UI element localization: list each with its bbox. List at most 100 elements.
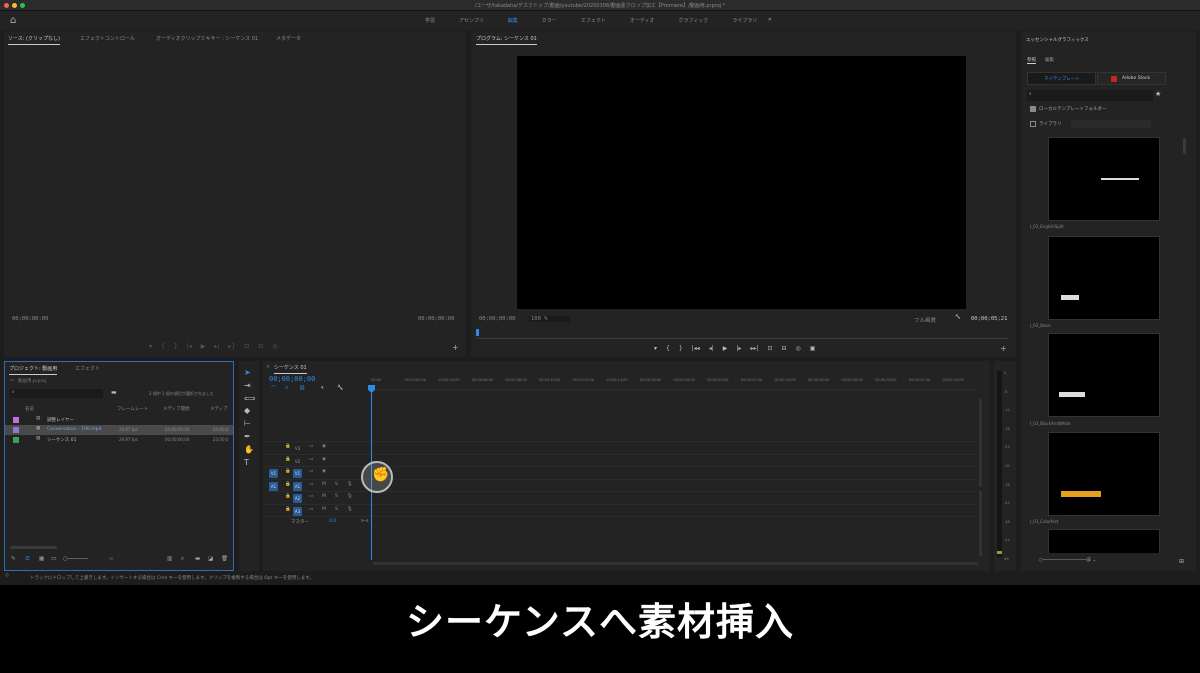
export-frame-icon[interactable]: ◎ xyxy=(272,343,277,350)
zoom-slider[interactable]: ○────── xyxy=(63,556,88,562)
track-target-button[interactable]: A2 xyxy=(293,494,302,503)
solo-icon[interactable]: S xyxy=(335,507,338,512)
type-tool-icon[interactable]: T xyxy=(244,458,249,467)
solo-icon[interactable]: S xyxy=(335,482,338,487)
new-item-icon[interactable]: ⊞ xyxy=(1179,558,1184,565)
master-track-row[interactable]: マスター 0.0 ⊳⊲ xyxy=(263,516,976,527)
video-track-row[interactable]: 🔒 V3 ▭ ◉ xyxy=(263,441,976,454)
mark-in-icon[interactable]: ▾ xyxy=(654,345,657,352)
wrench-icon[interactable]: 🔧 xyxy=(337,385,343,391)
overwrite-icon[interactable]: ⊟ xyxy=(258,343,263,350)
sync-lock-icon[interactable]: ▭ xyxy=(309,507,313,512)
sync-lock-icon[interactable]: ▭ xyxy=(309,444,313,449)
microphone-icon[interactable]: 🎙 xyxy=(347,494,353,499)
tab-project[interactable]: プロジェクト: 動画用 xyxy=(9,365,58,375)
list-item[interactable]: ▤ 調整レイヤー xyxy=(5,415,233,425)
mute-icon[interactable]: M xyxy=(322,507,326,512)
project-search-input[interactable]: ⌕ xyxy=(10,389,103,398)
column-frame-rate[interactable]: フレームレート xyxy=(117,406,148,412)
timeline-playhead-handle[interactable] xyxy=(368,385,375,393)
tab-audio-clip-mixer[interactable]: オーディオクリップミキサー : シーケンス 01 xyxy=(156,35,258,42)
program-video-frame[interactable] xyxy=(517,56,966,309)
sync-lock-icon[interactable]: ▭ xyxy=(309,482,313,487)
microphone-icon[interactable]: 🎙 xyxy=(347,482,353,487)
eye-icon[interactable]: ◉ xyxy=(322,469,326,474)
tab-metadata[interactable]: メタデータ xyxy=(276,35,301,42)
close-sequence-icon[interactable]: × xyxy=(266,364,270,370)
adobe-stock-toggle[interactable]: Adobe Stock xyxy=(1097,72,1166,85)
tab-sequence[interactable]: シーケンス 01 xyxy=(274,364,307,374)
source-patch-button[interactable]: V1 xyxy=(269,469,278,478)
pencil-icon[interactable]: ✎ xyxy=(11,556,16,562)
workspace-tab-audio[interactable]: オーディオ xyxy=(630,17,655,24)
freeform-view-icon[interactable]: ▭ xyxy=(51,556,56,562)
my-templates-toggle[interactable]: マイテンプレート xyxy=(1027,72,1096,85)
sync-lock-icon[interactable]: ▭ xyxy=(309,469,313,474)
hand-tool-icon[interactable]: ✋ xyxy=(244,445,254,454)
slip-tool-icon[interactable]: ⊢ xyxy=(244,419,251,428)
ripple-edit-tool-icon[interactable]: ⟺ xyxy=(244,394,255,403)
master-volume-value[interactable]: 0.0 xyxy=(329,519,336,524)
tab-program[interactable]: プログラム: シーケンス 01 xyxy=(476,35,537,45)
workspace-tab-color[interactable]: カラー xyxy=(542,17,557,24)
timeline-ruler[interactable]: 00;00 00;00;02;00 00;00;04;00 00;00;06;00 00… xyxy=(371,378,976,388)
workspace-tab-graphics[interactable]: グラフィック xyxy=(678,17,708,24)
template-thumbnail[interactable] xyxy=(1048,137,1160,221)
mark-in-icon[interactable]: ▾ xyxy=(149,343,152,350)
audio-track-row[interactable]: 🔒 A2 ▭ M S 🎙 xyxy=(263,491,976,504)
play-icon[interactable]: ▶ xyxy=(723,345,728,352)
wrench-icon[interactable]: 🔧 xyxy=(955,315,961,320)
column-name[interactable]: 名前 xyxy=(25,406,34,412)
track-target-button[interactable]: A3 xyxy=(293,506,302,516)
workspace-tab-libraries[interactable]: ライブラリ xyxy=(732,17,757,24)
step-forward-icon[interactable]: ▸| xyxy=(214,343,219,350)
track-target-button[interactable]: A1 xyxy=(293,481,302,491)
list-view-icon[interactable]: ☰ xyxy=(25,556,30,562)
sort-icon[interactable]: ≡ xyxy=(109,556,114,562)
new-bin-icon[interactable]: ▬ xyxy=(195,556,200,562)
template-thumbnail[interactable] xyxy=(1048,529,1160,553)
insert-icon[interactable]: ⊡ xyxy=(244,343,249,350)
mute-icon[interactable]: M xyxy=(322,482,326,487)
workspace-tab-assembly[interactable]: アセンブリ xyxy=(459,17,484,24)
lock-icon[interactable]: 🔒 xyxy=(285,457,291,462)
go-to-out-icon[interactable]: ▸▸| xyxy=(750,345,758,352)
solo-icon[interactable]: S xyxy=(335,494,338,499)
source-add-button-icon[interactable]: + xyxy=(452,343,459,352)
template-list-scrollbar[interactable] xyxy=(1183,138,1186,154)
thumbnail-size-slider[interactable]: ○────────────────○ xyxy=(1039,558,1090,563)
play-icon[interactable]: ▶ xyxy=(201,343,206,350)
razor-tool-icon[interactable]: ◆ xyxy=(244,406,250,415)
home-icon[interactable]: ⌂ xyxy=(10,15,22,26)
go-to-in-icon[interactable]: } xyxy=(174,343,178,350)
track-select-tool-icon[interactable]: ⇥ xyxy=(244,381,251,390)
workspace-tab-effects[interactable]: エフェクト xyxy=(581,17,606,24)
add-marker-icon[interactable]: ▾ xyxy=(321,385,324,391)
eye-icon[interactable]: ◉ xyxy=(322,444,326,449)
step-back-icon[interactable]: |◂◂ xyxy=(692,345,700,352)
quality-select[interactable]: フル画質 xyxy=(914,316,936,324)
lock-icon[interactable]: 🔒 xyxy=(285,507,291,512)
sync-lock-icon[interactable]: ▭ xyxy=(309,494,313,499)
video-tracks-scrollbar[interactable] xyxy=(979,399,982,487)
template-thumbnail[interactable] xyxy=(1048,333,1160,417)
new-item-icon[interactable]: ◪ xyxy=(208,556,213,562)
trash-icon[interactable]: 🗑 xyxy=(221,556,228,562)
automate-icon[interactable]: ▥ xyxy=(167,556,172,562)
master-go-to-icon[interactable]: ⊳⊲ xyxy=(361,519,369,524)
workspace-tab-learn[interactable]: 学習 xyxy=(425,17,435,24)
track-target-button[interactable]: V2 xyxy=(293,457,302,466)
lock-icon[interactable]: 🔒 xyxy=(285,469,291,474)
column-media-start[interactable]: メディア開始 xyxy=(163,406,190,412)
mark-out-icon[interactable]: { xyxy=(161,343,165,350)
local-folder-checkbox[interactable] xyxy=(1030,106,1036,112)
project-horizontal-scrollbar[interactable] xyxy=(10,546,57,549)
list-item-selected[interactable]: ▦ Conversation - 100.mp4 29.97 fps 00;00… xyxy=(5,425,233,435)
program-add-button-icon[interactable]: + xyxy=(1000,344,1007,353)
export-frame-icon[interactable]: ◎ xyxy=(796,345,801,352)
lock-icon[interactable]: 🔒 xyxy=(285,494,291,499)
selection-tool-icon[interactable]: ➤ xyxy=(244,368,251,377)
sort-icon[interactable]: ☰ ⌄ xyxy=(1087,558,1096,563)
library-checkbox[interactable] xyxy=(1030,121,1036,127)
template-thumbnail[interactable] xyxy=(1048,236,1160,320)
